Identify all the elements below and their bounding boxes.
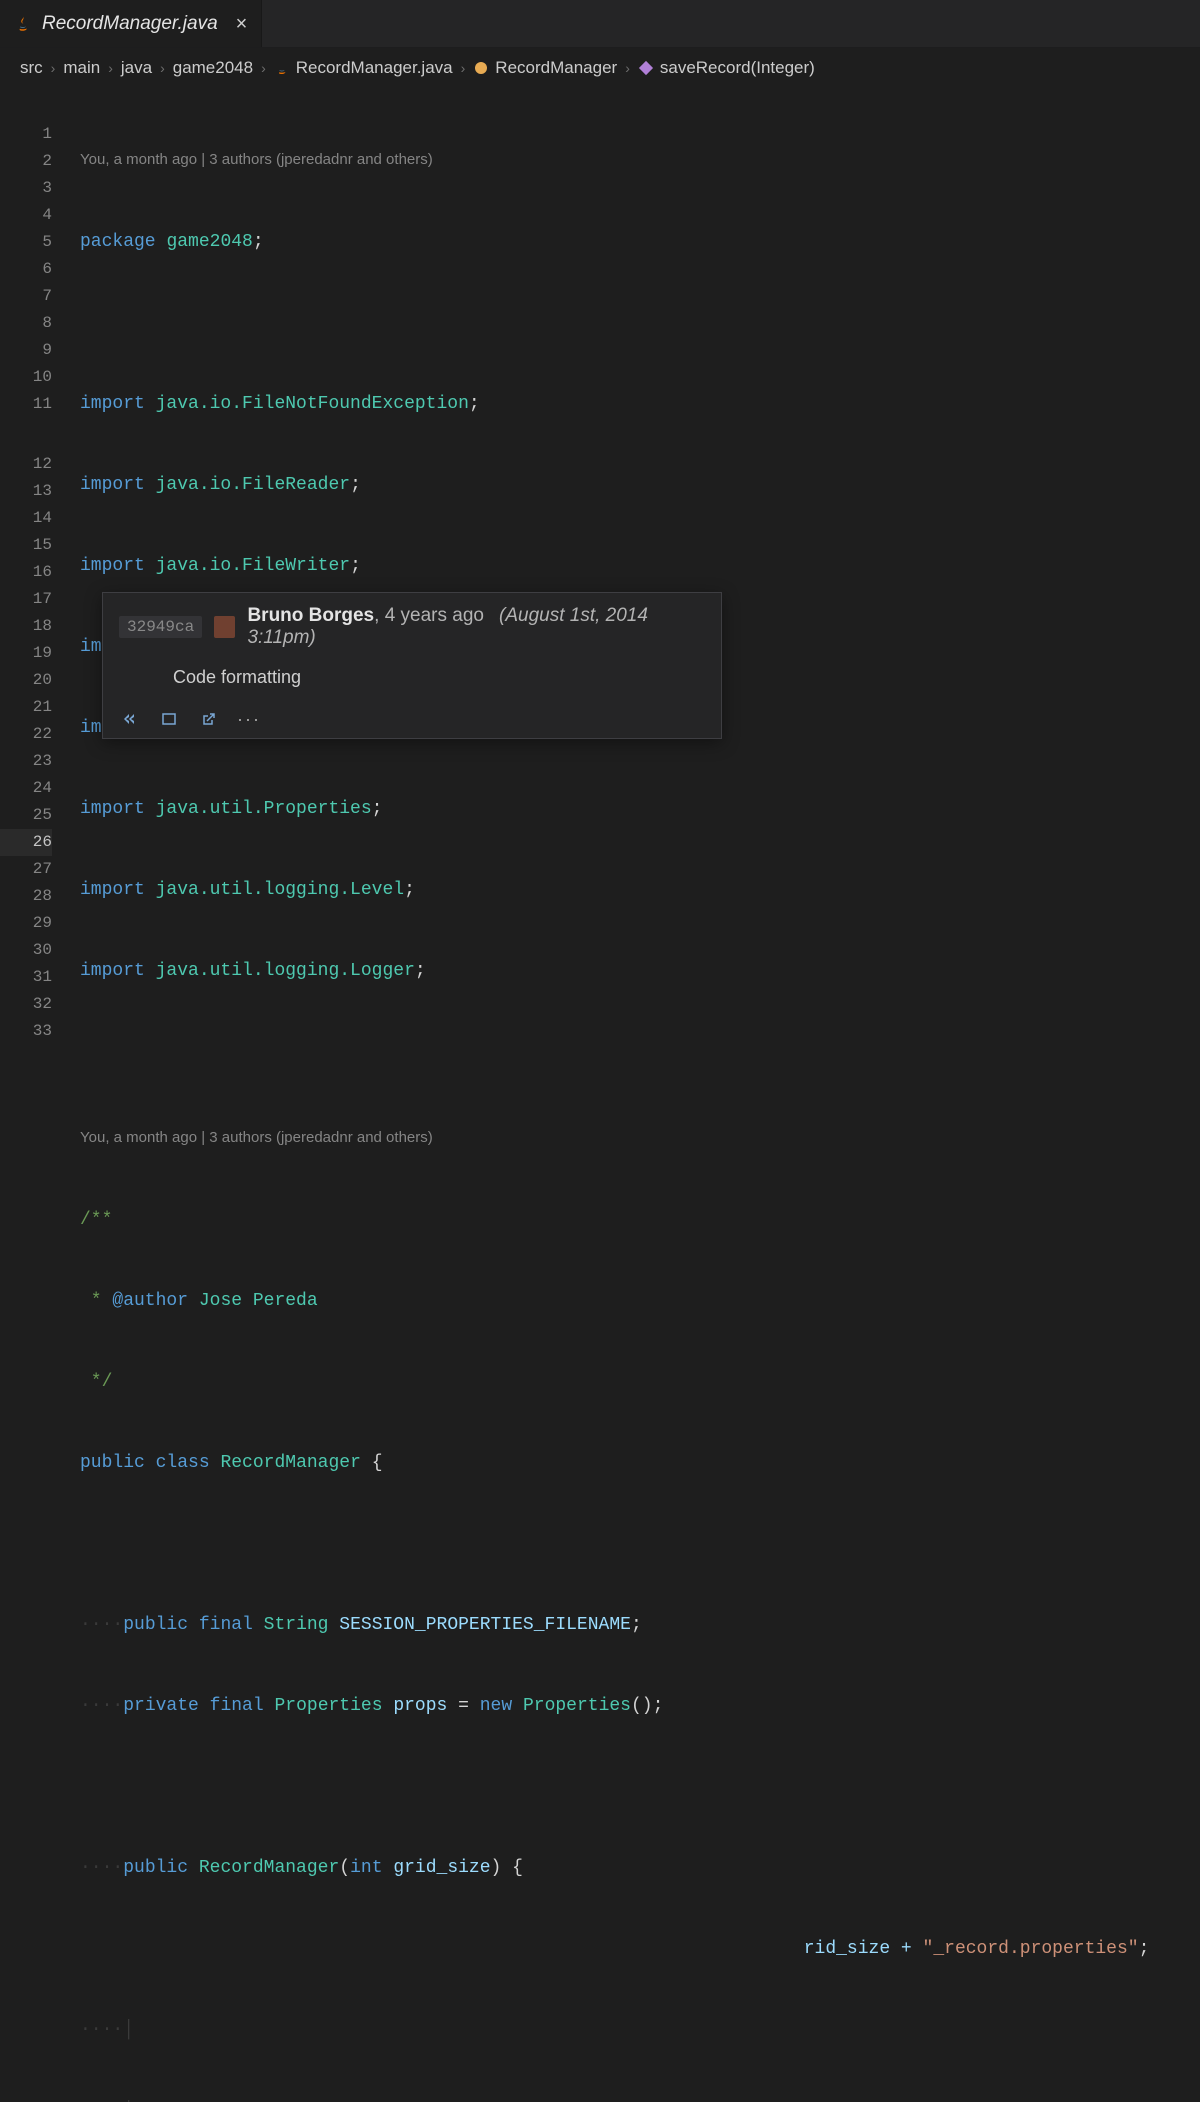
line-number: 29 [0,910,52,937]
line-number: 3 [0,175,52,202]
chevron-right-icon: › [261,60,266,76]
avatar [214,616,235,638]
line-number: 20 [0,667,52,694]
blame-hover-popup: 32949ca Bruno Borges, 4 years ago (Augus… [102,592,722,739]
breadcrumb: src › main › java › game2048 › RecordMan… [0,48,1200,88]
chevron-right-icon: › [625,60,630,76]
breadcrumb-item[interactable]: main [63,58,100,78]
line-number: 27 [0,856,52,883]
java-file-icon [274,60,290,76]
java-file-icon [14,15,32,33]
breadcrumb-label: saveRecord(Integer) [660,58,815,78]
line-number: 17 [0,586,52,613]
line-number: 6 [0,256,52,283]
commit-relative-time: , 4 years ago [374,605,484,626]
line-number: 7 [0,283,52,310]
line-number: 30 [0,937,52,964]
previous-change-icon[interactable] [119,710,139,728]
line-number: 19 [0,640,52,667]
breadcrumb-item[interactable]: game2048 [173,58,253,78]
line-number: 4 [0,202,52,229]
editor-tab-active[interactable]: RecordManager.java × [0,0,262,47]
line-number: 28 [0,883,52,910]
line-number: 24 [0,775,52,802]
breadcrumb-label: RecordManager [495,58,617,78]
line-number: 13 [0,478,52,505]
line-number: 26 [0,829,52,856]
breadcrumb-item[interactable]: RecordManager [473,58,617,78]
codelens-annotation[interactable]: You, a month ago | 3 authors (jperedadnr… [80,142,1200,175]
line-number: 15 [0,532,52,559]
commit-author: Bruno Borges [247,605,374,626]
line-number: 11 [0,391,52,418]
more-actions-icon[interactable]: ··· [239,710,259,728]
line-number: 32 [0,991,52,1018]
breadcrumb-item[interactable]: src [20,58,43,78]
line-number: 2 [0,148,52,175]
chevron-right-icon: › [160,60,165,76]
breadcrumb-item[interactable]: java [121,58,152,78]
breadcrumb-label: RecordManager.java [296,58,453,78]
line-number: 14 [0,505,52,532]
editor-tab-bar: RecordManager.java × [0,0,1200,48]
line-number: 25 [0,802,52,829]
code-editor[interactable]: 1 2 3 4 5 6 7 8 9 10 11 12 13 14 15 16 1… [0,88,1200,2102]
method-icon [638,60,654,76]
chevron-right-icon: › [108,60,113,76]
line-number: 22 [0,721,52,748]
chevron-right-icon: › [461,60,466,76]
class-icon [473,60,489,76]
breadcrumb-item[interactable]: saveRecord(Integer) [638,58,815,78]
line-number: 31 [0,964,52,991]
tab-filename: RecordManager.java [42,13,218,35]
line-number: 10 [0,364,52,391]
line-number: 16 [0,559,52,586]
line-number: 33 [0,1018,52,1045]
open-commit-icon[interactable] [159,710,179,728]
chevron-right-icon: › [51,60,56,76]
commit-message: Code formatting [173,667,705,688]
close-icon[interactable]: × [236,14,248,34]
line-number: 8 [0,310,52,337]
line-number: 9 [0,337,52,364]
line-number: 1 [0,121,52,148]
line-number: 18 [0,613,52,640]
line-number: 21 [0,694,52,721]
line-number: 12 [0,451,52,478]
open-external-icon[interactable] [199,710,219,728]
codelens-annotation[interactable]: You, a month ago | 3 authors (jperedadnr… [80,1120,1200,1153]
code-content[interactable]: You, a month ago | 3 authors (jperedadnr… [80,88,1200,2102]
breadcrumb-item[interactable]: RecordManager.java [274,58,453,78]
line-number: 5 [0,229,52,256]
commit-sha[interactable]: 32949ca [119,616,202,638]
line-gutter: 1 2 3 4 5 6 7 8 9 10 11 12 13 14 15 16 1… [0,88,80,2102]
line-number: 23 [0,748,52,775]
